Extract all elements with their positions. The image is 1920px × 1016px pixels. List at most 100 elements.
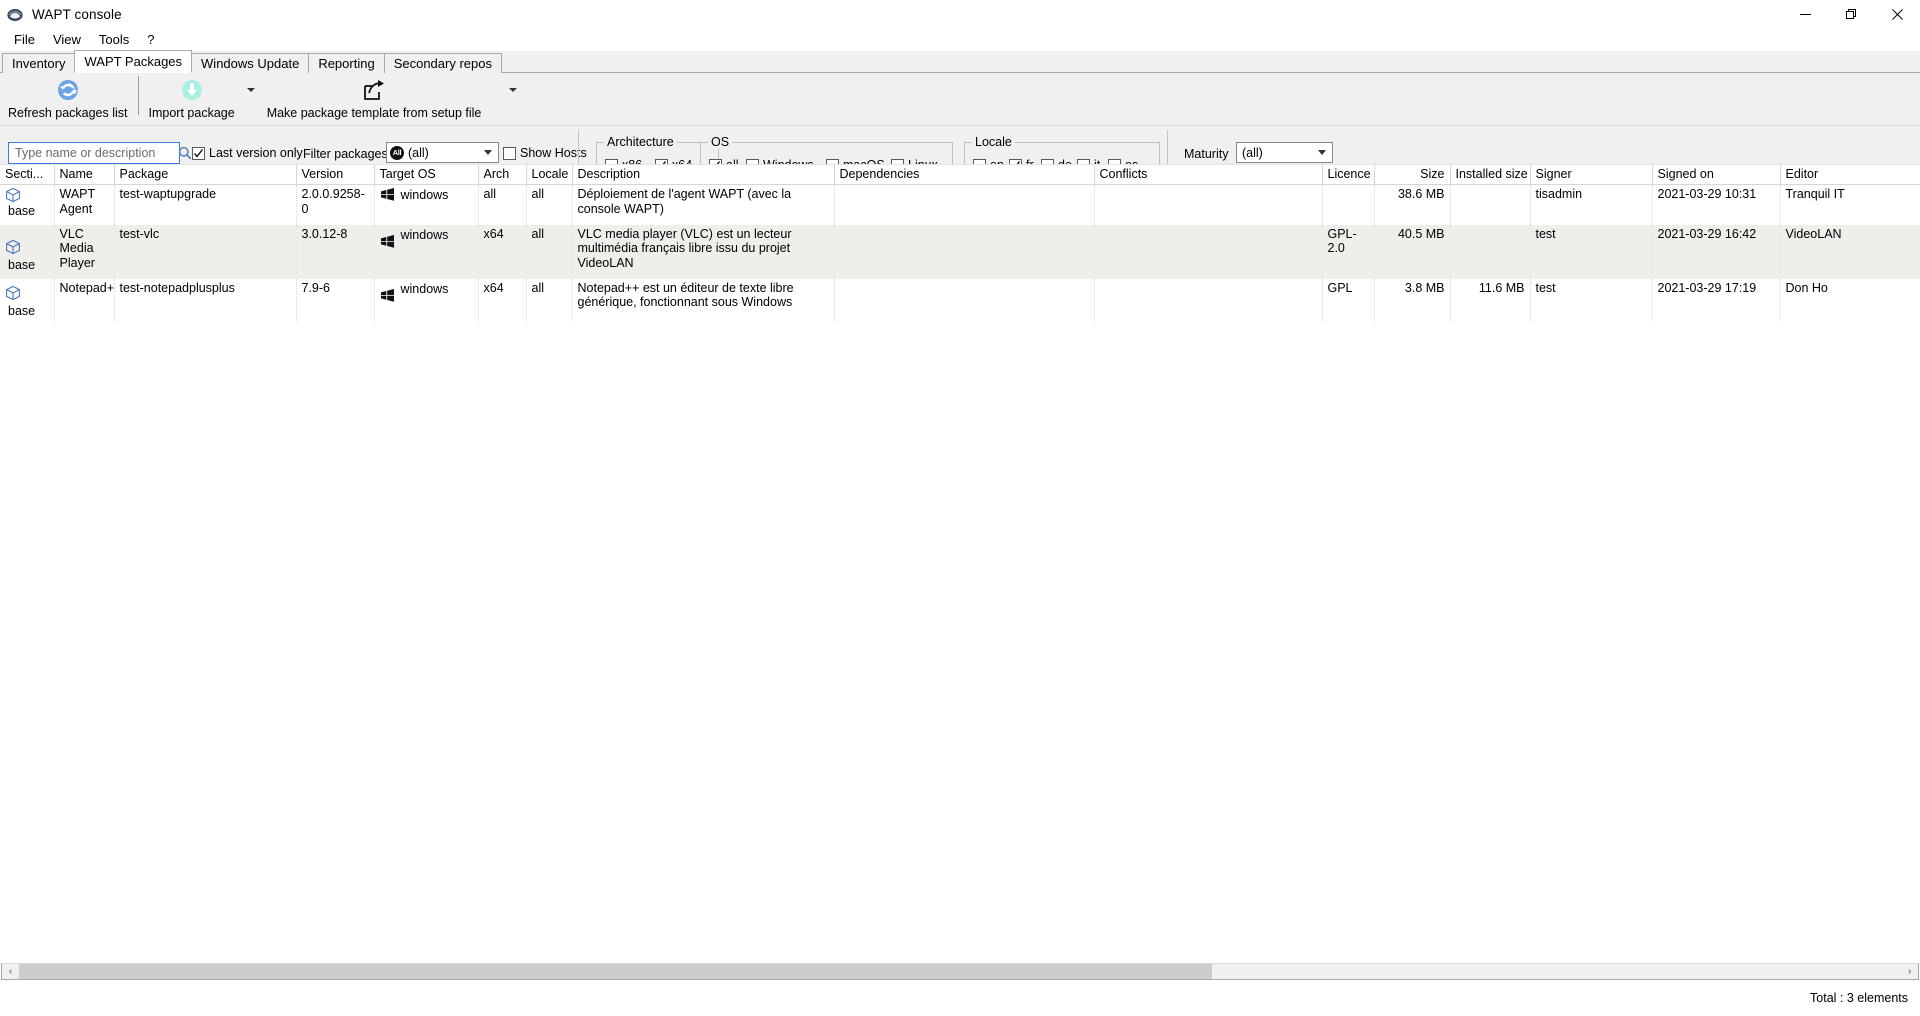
cell-installed-size: 11.6 MB (1450, 279, 1530, 321)
cell-locale: all (526, 225, 572, 279)
col-header-signer[interactable]: Signer (1530, 165, 1652, 185)
refresh-circular-arrows-icon (57, 77, 79, 103)
tabstrip: Inventory WAPT Packages Windows Update R… (0, 51, 1920, 73)
cell-signer: tisadmin (1530, 185, 1652, 225)
col-header-dependencies[interactable]: Dependencies (834, 165, 1094, 185)
col-header-package[interactable]: Package (114, 165, 296, 185)
cell-signer: test (1530, 225, 1652, 279)
cell-name: Notepad++ (54, 279, 114, 321)
cell-editor: Tranquil IT (1780, 185, 1920, 225)
toolbar-group-make-template: Make package template from setup file (259, 73, 522, 125)
col-header-locale[interactable]: Locale (526, 165, 572, 185)
col-header-editor[interactable]: Editor (1780, 165, 1920, 185)
tab-wapt-packages[interactable]: WAPT Packages (74, 50, 192, 73)
cell-size: 3.8 MB (1374, 279, 1450, 321)
table-row[interactable]: base WAPT Agent test-waptupgrade 2.0.0.9… (0, 185, 1920, 225)
cell-dependencies (834, 225, 1094, 279)
col-header-installed-size[interactable]: Installed size (1450, 165, 1530, 185)
download-arrow-icon (181, 77, 203, 103)
chevron-down-icon (247, 88, 255, 92)
import-package-label: Import package (149, 106, 235, 120)
cell-signed-on: 2021-03-29 10:31 (1652, 185, 1780, 225)
col-header-conflicts[interactable]: Conflicts (1094, 165, 1322, 185)
cell-locale: all (526, 279, 572, 321)
menu-tools[interactable]: Tools (90, 30, 138, 50)
show-hosts-label: Show Hosts (520, 146, 587, 160)
col-header-target-os[interactable]: Target OS (374, 165, 478, 185)
share-export-icon (362, 77, 386, 103)
toolbar-group-import: Import package (141, 73, 259, 125)
cell-dependencies (834, 279, 1094, 321)
packages-table-container[interactable]: Secti... Name Package Version Target OS … (0, 164, 1920, 962)
maturity-select[interactable]: (all) (1236, 142, 1333, 163)
col-header-licence[interactable]: Licence (1322, 165, 1374, 185)
col-header-version[interactable]: Version (296, 165, 374, 185)
last-version-only-label: Last version only (209, 146, 303, 160)
scroll-right-arrow-icon[interactable]: › (1901, 964, 1918, 979)
tab-inventory[interactable]: Inventory (2, 53, 75, 73)
cell-description: VLC media player (VLC) est un lecteur mu… (572, 225, 834, 279)
toolbar-separator (138, 76, 139, 115)
horizontal-scrollbar[interactable]: ‹ › (1, 963, 1919, 980)
cell-package: test-notepadplusplus (114, 279, 296, 321)
cell-package: test-waptupgrade (114, 185, 296, 225)
cell-editor: Don Ho (1780, 279, 1920, 321)
maximize-button[interactable] (1828, 0, 1874, 29)
wapt-logo-icon (7, 6, 23, 22)
cell-signed-on: 2021-03-29 16:42 (1652, 225, 1780, 279)
import-package-dropdown-arrow[interactable] (243, 73, 259, 107)
tab-windows-update[interactable]: Windows Update (191, 53, 309, 73)
table-row[interactable]: base Notepad++ test-notepadplusplus 7.9-… (0, 279, 1920, 321)
last-version-only-checkbox[interactable]: Last version only (192, 146, 303, 160)
refresh-packages-list-button[interactable]: Refresh packages list (0, 73, 136, 125)
status-total-label: Total : 3 elements (1810, 991, 1908, 1005)
col-header-section[interactable]: Secti... (0, 165, 54, 185)
search-input-wrapper[interactable] (8, 142, 180, 164)
menu-file[interactable]: File (5, 30, 44, 50)
scrollbar-thumb[interactable] (19, 964, 1212, 979)
col-header-name[interactable]: Name (54, 165, 114, 185)
search-input[interactable] (13, 146, 178, 160)
filter-packages-value: (all) (408, 146, 429, 160)
search-icon[interactable] (178, 146, 192, 160)
maturity-label: Maturity (1184, 147, 1228, 161)
close-button[interactable] (1874, 0, 1920, 29)
all-badge-icon: All (390, 146, 404, 160)
menu-view[interactable]: View (44, 30, 90, 50)
menu-help[interactable]: ? (138, 30, 163, 50)
cell-description: Déploiement de l'agent WAPT (avec la con… (572, 185, 834, 225)
col-header-size[interactable]: Size (1374, 165, 1450, 185)
scrollbar-track[interactable] (1212, 964, 1901, 979)
cell-arch: x64 (478, 279, 526, 321)
chevron-down-icon (1318, 150, 1326, 155)
tab-reporting[interactable]: Reporting (308, 53, 384, 73)
cell-dependencies (834, 185, 1094, 225)
cell-section: base (0, 279, 54, 321)
filter-packages-select[interactable]: All (all) (386, 142, 499, 163)
architecture-group-title: Architecture (604, 135, 677, 149)
tab-secondary-repos[interactable]: Secondary repos (384, 53, 502, 73)
cell-locale: all (526, 185, 572, 225)
packages-table: Secti... Name Package Version Target OS … (0, 165, 1920, 321)
show-hosts-checkbox[interactable]: Show Hosts (503, 146, 587, 160)
cell-licence: GPL-2.0 (1322, 225, 1374, 279)
cell-conflicts (1094, 185, 1322, 225)
import-package-button[interactable]: Import package (141, 73, 243, 125)
window-controls (1782, 0, 1920, 29)
toolbar: Refresh packages list Import package (0, 73, 1920, 126)
table-row[interactable]: base VLC Media Player test-vlc 3.0.12-8 (0, 225, 1920, 279)
make-package-template-dropdown-arrow[interactable] (505, 73, 521, 107)
toolbar-group-refresh: Refresh packages list (0, 73, 136, 125)
chevron-down-icon (484, 150, 492, 155)
col-header-arch[interactable]: Arch (478, 165, 526, 185)
cell-target-os-value: windows (401, 228, 449, 243)
col-header-signed-on[interactable]: Signed on (1652, 165, 1780, 185)
cell-arch: all (478, 185, 526, 225)
package-box-icon (5, 187, 21, 204)
col-header-description[interactable]: Description (572, 165, 834, 185)
os-group-title: OS (708, 135, 732, 149)
scroll-left-arrow-icon[interactable]: ‹ (2, 964, 19, 979)
minimize-button[interactable] (1782, 0, 1828, 29)
locale-group-title: Locale (972, 135, 1015, 149)
make-package-template-button[interactable]: Make package template from setup file (259, 73, 490, 125)
